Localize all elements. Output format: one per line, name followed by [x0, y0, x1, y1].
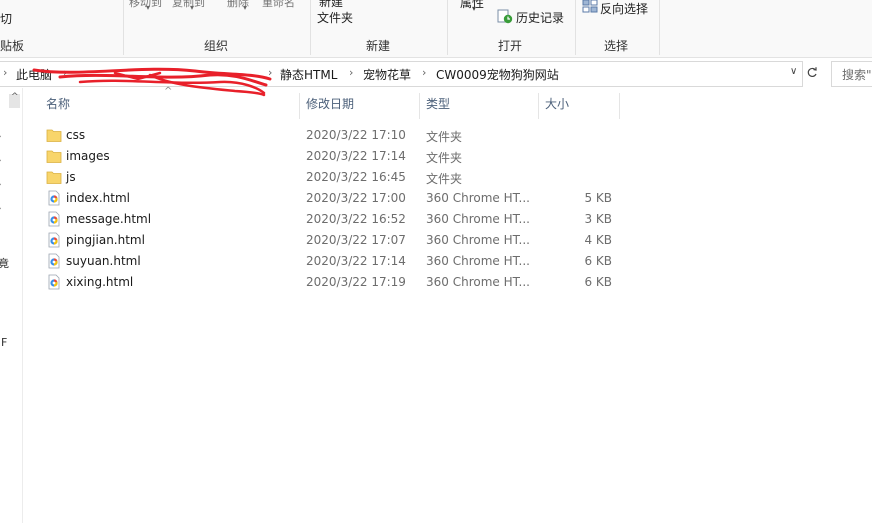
history-icon — [497, 9, 513, 24]
select-group-label: 选择 — [604, 39, 629, 53]
browser-html-icon — [48, 211, 60, 227]
browser-html-icon — [48, 190, 60, 206]
organize-group-label: 组织 — [204, 39, 229, 53]
nav-item-partial[interactable]: F — [1, 336, 7, 349]
file-row[interactable]: suyuan.html 2020/3/22 17:14 360 Chrome H… — [40, 251, 620, 272]
open-group-label: 打开 — [498, 39, 523, 53]
file-size: 6 KB — [584, 275, 612, 289]
file-size: 4 KB — [584, 233, 612, 247]
file-date: 2020/3/22 17:19 — [306, 275, 406, 289]
file-name: pingjian.html — [66, 233, 145, 247]
browser-html-icon — [48, 232, 60, 248]
scroll-up-icon: ^ — [11, 92, 19, 102]
nav-expand-icon[interactable]: › — [0, 156, 2, 166]
file-type: 360 Chrome HT... — [426, 233, 530, 247]
file-type: 360 Chrome HT... — [426, 275, 530, 289]
file-type: 360 Chrome HT... — [426, 254, 530, 268]
sort-ascending-icon: ^ — [164, 86, 173, 97]
column-header-size[interactable]: 大小 — [545, 95, 569, 119]
address-dropdown-icon[interactable]: ∨ — [790, 66, 797, 77]
nav-expand-icon[interactable]: › — [0, 132, 2, 142]
ribbon: 剪切 剪贴板 移动到 复制到 删除 重命名 ▾ ▾ ▾ 组织 新建 文件夹 新建… — [0, 0, 872, 58]
file-name: message.html — [66, 212, 152, 226]
file-row[interactable]: css 2020/3/22 17:10 文件夹 — [40, 125, 620, 146]
breadcrumb-static-html[interactable]: 静态HTML — [280, 66, 337, 83]
column-header-date[interactable]: 修改日期 — [306, 95, 354, 119]
rename-button[interactable]: 重命名 — [262, 0, 295, 10]
file-name: xixing.html — [66, 275, 134, 289]
properties-dropdown-icon: ▾ — [472, 4, 477, 13]
file-name: css — [66, 128, 86, 142]
file-row[interactable]: js 2020/3/22 16:45 文件夹 — [40, 167, 620, 188]
new-folder-button[interactable]: 文件夹 — [317, 9, 353, 26]
new-group-label: 新建 — [366, 39, 391, 53]
file-row[interactable]: xixing.html 2020/3/22 17:19 360 Chrome H… — [40, 272, 620, 293]
file-row[interactable]: images 2020/3/22 17:14 文件夹 — [40, 146, 620, 167]
nav-item-partial[interactable]: 竟 — [0, 255, 9, 271]
file-size: 3 KB — [584, 212, 612, 226]
browser-html-icon — [48, 253, 60, 269]
file-size: 5 KB — [584, 191, 612, 205]
move-to-dropdown-icon: ▾ — [146, 3, 151, 12]
file-date: 2020/3/22 17:10 — [306, 128, 406, 142]
file-name: index.html — [66, 191, 130, 205]
file-date: 2020/3/22 17:14 — [306, 149, 406, 163]
breadcrumb-current-folder[interactable]: CW0009宠物狗狗网站 — [436, 66, 559, 83]
nav-expand-icon[interactable]: › — [0, 180, 2, 190]
breadcrumb-pets-plants[interactable]: 宠物花草 — [363, 66, 411, 83]
file-size: 6 KB — [584, 254, 612, 268]
file-name: images — [66, 149, 110, 163]
file-date: 2020/3/22 16:52 — [306, 212, 406, 226]
file-row[interactable]: pingjian.html 2020/3/22 17:07 360 Chrome… — [40, 230, 620, 251]
breadcrumb-separator-icon: › — [422, 66, 427, 79]
column-header-name[interactable]: 名称 — [46, 95, 70, 119]
file-type: 360 Chrome HT... — [426, 191, 530, 205]
file-name: js — [66, 170, 76, 184]
file-type: 文件夹 — [426, 130, 463, 144]
breadcrumb-separator-icon: › — [3, 66, 8, 79]
file-row[interactable]: message.html 2020/3/22 16:52 360 Chrome … — [40, 209, 620, 230]
file-date: 2020/3/22 16:45 — [306, 170, 406, 184]
invert-selection-icon — [582, 0, 598, 13]
folder-icon — [46, 171, 62, 184]
invert-selection-button[interactable]: 反向选择 — [600, 0, 648, 17]
navigation-pane: ^ › › › › 竟 F — [0, 88, 23, 523]
file-type: 360 Chrome HT... — [426, 212, 530, 226]
browser-html-icon — [48, 274, 60, 290]
folder-icon — [46, 150, 62, 163]
file-date: 2020/3/22 17:14 — [306, 254, 406, 268]
refresh-icon[interactable] — [806, 66, 818, 79]
history-button[interactable]: 历史记录 — [516, 9, 564, 26]
breadcrumb-separator-icon: › — [349, 66, 354, 79]
folder-icon — [46, 129, 62, 142]
file-type: 文件夹 — [426, 172, 463, 186]
file-date: 2020/3/22 17:00 — [306, 191, 406, 205]
file-name: suyuan.html — [66, 254, 141, 268]
search-input[interactable]: 搜索" — [842, 66, 872, 83]
file-type: 文件夹 — [426, 151, 463, 165]
clipboard-group-label: 剪贴板 — [0, 39, 25, 53]
nav-expand-icon[interactable]: › — [0, 204, 2, 214]
column-header-type[interactable]: 类型 — [426, 95, 450, 119]
copy-to-button[interactable]: 复制到 — [172, 0, 205, 10]
file-row[interactable]: index.html 2020/3/22 17:00 360 Chrome HT… — [40, 188, 620, 209]
cut-button[interactable]: 剪切 — [0, 10, 12, 27]
delete-dropdown-icon: ▾ — [243, 3, 248, 12]
copy-to-dropdown-icon: ▾ — [190, 3, 195, 12]
file-date: 2020/3/22 17:07 — [306, 233, 406, 247]
